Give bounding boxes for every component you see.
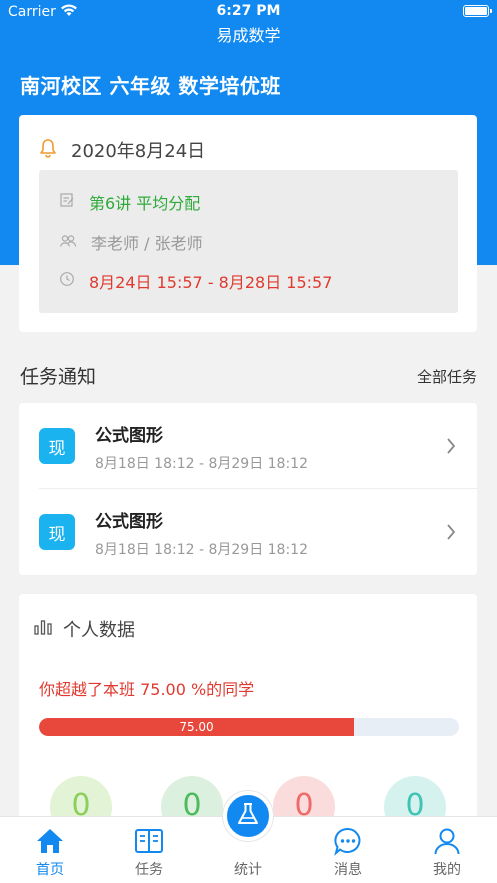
app-title: 易成数学 [216,26,281,45]
task-name: 公式图形 [95,512,163,532]
tab-label: 首页 [36,862,64,878]
flask-icon [235,801,261,831]
chevron-right-icon [445,522,457,546]
lesson-period: 8月24日 15:57 - 8月28日 15:57 [89,273,333,292]
progress-label: 75.00 [179,720,214,734]
statistics-button[interactable] [223,791,273,841]
tab-task[interactable]: 任务 [109,817,189,883]
tasks-section-title: 任务通知 [20,366,97,388]
lesson-date: 2020年8月24日 [71,141,206,162]
battery-icon [463,5,492,17]
home-icon [35,826,65,856]
chat-icon [333,826,363,856]
task-time: 8月18日 18:12 - 8月29日 18:12 [95,456,308,472]
tab-statistics[interactable]: 统计 [208,791,288,883]
tab-messages[interactable]: 消息 [308,817,388,883]
status-time: 6:27 PM [216,3,281,19]
lesson-date-row: 2020年8月24日 [39,137,205,163]
tab-label: 消息 [334,862,362,878]
tab-home[interactable]: 首页 [10,817,90,883]
beat-percent-text: 你超越了本班 75.00 %的同学 [39,680,255,699]
teachers-icon [59,233,77,252]
tab-label: 统计 [234,862,262,878]
user-icon [432,826,462,856]
stats-title: 个人数据 [63,620,135,641]
book-icon [134,826,164,856]
clock-icon [59,271,75,291]
task-type-badge: 现 [39,514,75,550]
all-tasks-link[interactable]: 全部任务 [417,366,477,387]
task-type-badge: 现 [39,428,75,464]
lesson-teachers-row: 李老师 / 张老师 [59,230,203,254]
chevron-right-icon [445,436,457,460]
bar-chart-icon [33,618,53,640]
lesson-card[interactable]: 2020年8月24日 第6讲 平均分配 李老师 / 张老师 8月24日 15:5… [19,115,477,332]
tab-profile[interactable]: 我的 [407,817,487,883]
tab-bar: 首页 任务 统计 消息 我的 [0,791,497,883]
tasks-section-header: 任务通知 全部任务 [20,362,477,389]
task-time: 8月18日 18:12 - 8月29日 18:12 [95,542,308,558]
edit-icon [59,192,75,212]
lesson-name: 第6讲 平均分配 [89,194,201,213]
tab-label: 我的 [433,862,461,878]
stats-header: 个人数据 [33,616,135,642]
lesson-detail-box: 第6讲 平均分配 李老师 / 张老师 8月24日 15:57 - 8月28日 1… [39,170,458,313]
lesson-name-row: 第6讲 平均分配 [59,190,200,214]
progress-bar: 75.00 [39,718,459,736]
task-item[interactable]: 现 公式图形 8月18日 18:12 - 8月29日 18:12 [19,489,477,575]
status-bar: Carrier 6:27 PM [0,0,497,24]
bell-icon [39,138,57,162]
lesson-period-row: 8月24日 15:57 - 8月28日 15:57 [59,269,332,293]
lesson-teachers: 李老师 / 张老师 [91,234,203,253]
stats-card: 个人数据 你超越了本班 75.00 %的同学 75.00 0 0 0 0 [19,594,477,838]
task-item[interactable]: 现 公式图形 8月18日 18:12 - 8月29日 18:12 [19,403,477,489]
class-title[interactable]: 南河校区 六年级 数学培优班 [20,70,281,99]
tasks-card: 现 公式图形 8月18日 18:12 - 8月29日 18:12 现 公式图形 … [19,403,477,575]
tab-label: 任务 [135,862,163,878]
task-name: 公式图形 [95,426,163,446]
